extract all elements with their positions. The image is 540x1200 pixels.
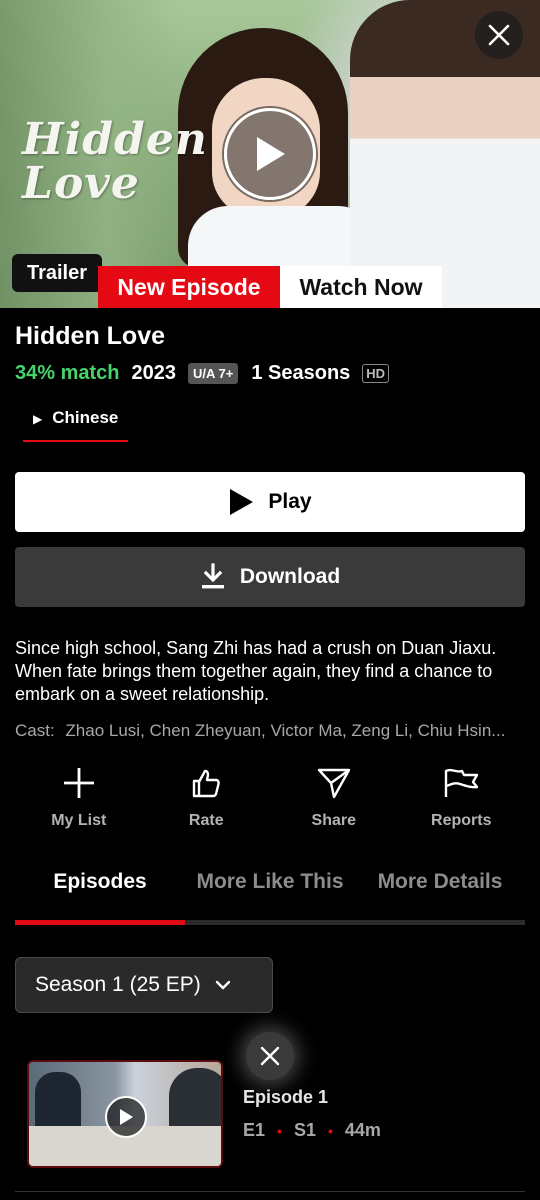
language-label: Chinese [52, 408, 119, 427]
cast-names: Zhao Lusi, Chen Zheyuan, Victor Ma, Zeng… [65, 721, 506, 740]
new-episode-banner[interactable]: New Episode Watch Now [98, 266, 442, 308]
play-button[interactable]: Play [15, 472, 525, 532]
rate-button[interactable]: Rate [143, 764, 271, 830]
thumbs-up-icon [193, 769, 221, 798]
episode-title: Episode 1 [243, 1087, 329, 1107]
episode-duration: 44m [344, 1120, 381, 1140]
play-button-label: Play [268, 490, 312, 513]
tab-more-like-this[interactable]: More Like This [185, 870, 355, 908]
reports-button[interactable]: Reports [398, 764, 526, 830]
cast-label: Cast: [15, 721, 55, 740]
play-triangle-icon: ▶ [33, 412, 43, 426]
tab-more-details[interactable]: More Details [355, 870, 525, 908]
show-meta: 34% match 2023 U/A 7+ 1 Seasons HD [15, 362, 390, 385]
hero-trailer[interactable]: Hidden Love Trailer New Episode Watch No… [0, 0, 540, 308]
watch-now-label: Watch Now [280, 266, 442, 308]
season-dropdown-value: Season 1 (25 EP) [35, 973, 201, 996]
season-number: S1 [293, 1120, 316, 1140]
download-icon [201, 563, 224, 589]
reports-label: Reports [431, 812, 492, 829]
cast-list[interactable]: Cast: Zhao Lusi, Chen Zheyuan, Victor Ma… [15, 721, 525, 741]
title-logo: Hidden Love [22, 114, 208, 209]
chevron-down-icon [215, 980, 230, 990]
hd-badge: HD [362, 364, 390, 383]
close-icon [260, 1046, 280, 1066]
play-icon [257, 137, 285, 171]
separator-dot: • [277, 1122, 282, 1139]
episode-thumbnail[interactable] [27, 1060, 223, 1168]
download-button-label: Download [239, 565, 341, 588]
tab-episodes[interactable]: Episodes [15, 870, 185, 908]
synopsis: Since high school, Sang Zhi has had a cr… [15, 638, 497, 704]
maturity-rating-badge: U/A 7+ [188, 363, 239, 384]
rate-label: Rate [188, 812, 224, 829]
share-button[interactable]: Share [270, 764, 398, 830]
content-tabs: Episodes More Like This More Details [15, 870, 525, 926]
plus-icon [63, 768, 94, 798]
language-selector[interactable]: ▶ Chinese [23, 408, 128, 442]
match-score: 34% match [15, 362, 120, 384]
action-bar: My List Rate Share Reports [15, 764, 525, 830]
trailer-play-button[interactable] [224, 108, 316, 200]
play-icon [120, 1109, 133, 1125]
close-button[interactable] [475, 11, 523, 59]
show-title: Hidden Love [15, 322, 166, 350]
play-icon [230, 489, 254, 515]
download-button[interactable]: Download [15, 547, 525, 607]
episode-meta: E1 • S1 • 44m [243, 1120, 381, 1141]
episode-play-button[interactable] [105, 1096, 147, 1138]
thumbnail-figure [35, 1072, 81, 1132]
episode-number: E1 [243, 1120, 266, 1140]
trailer-badge: Trailer [12, 254, 102, 292]
release-year: 2023 [131, 362, 177, 384]
season-count: 1 Seasons [251, 362, 351, 384]
my-list-button[interactable]: My List [15, 764, 143, 830]
share-label: Share [311, 812, 356, 829]
flag-icon [445, 768, 479, 797]
send-icon [317, 768, 350, 799]
my-list-label: My List [51, 812, 107, 829]
close-icon [488, 24, 510, 46]
new-episode-label: New Episode [98, 266, 280, 308]
active-tab-indicator [15, 920, 185, 925]
season-dropdown[interactable]: Season 1 (25 EP) [15, 957, 273, 1013]
separator-dot: • [327, 1122, 333, 1139]
dismiss-button[interactable] [246, 1032, 294, 1080]
